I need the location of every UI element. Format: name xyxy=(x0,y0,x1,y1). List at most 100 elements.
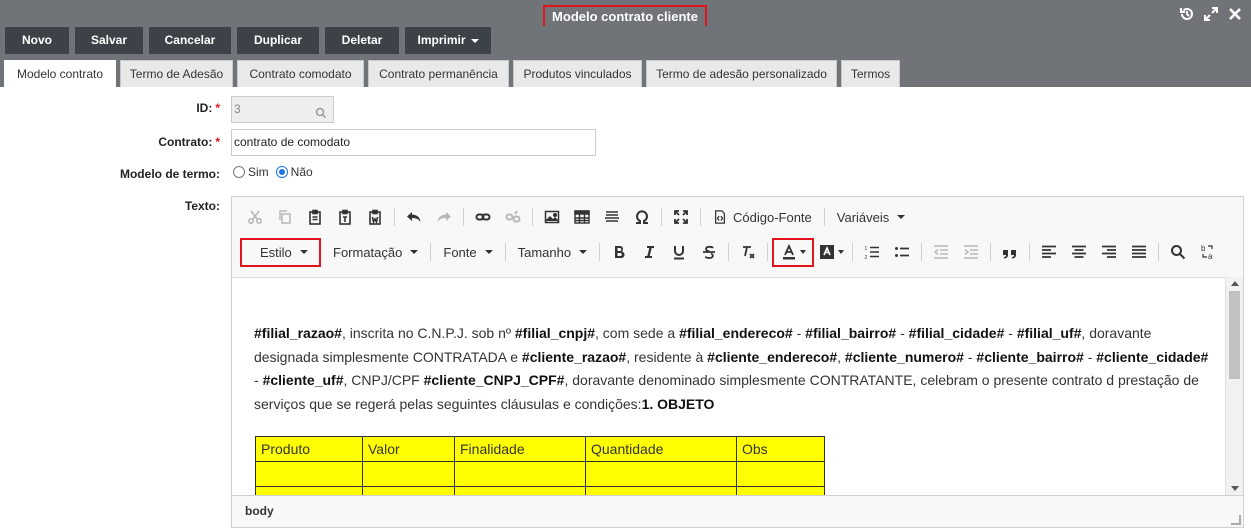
cut-icon[interactable] xyxy=(240,203,270,231)
close-icon[interactable] xyxy=(1227,6,1243,22)
size-dropdown[interactable]: Tamanho xyxy=(510,238,595,266)
maximize-icon[interactable] xyxy=(1203,6,1219,22)
fullscreen-icon[interactable] xyxy=(666,203,696,231)
format-dropdown[interactable]: Formatação xyxy=(321,238,426,266)
svg-text:a: a xyxy=(1208,252,1213,260)
toolbar-separator xyxy=(728,243,730,261)
template-variable: #filial_uf# xyxy=(1016,325,1082,341)
link-icon[interactable] xyxy=(468,203,498,231)
bullet-list-icon[interactable] xyxy=(887,238,917,266)
paragraph-text: - xyxy=(963,348,977,365)
id-label: ID: * xyxy=(0,101,220,115)
underline-icon[interactable] xyxy=(664,238,694,266)
tab-contrato-permanencia[interactable]: Contrato permanência xyxy=(368,60,509,87)
template-variable: #cliente_CNPJ_CPF# xyxy=(423,372,565,388)
copy-icon[interactable] xyxy=(270,203,300,231)
scroll-down-icon[interactable] xyxy=(1231,486,1239,491)
outdent-icon[interactable] xyxy=(926,238,956,266)
print-button[interactable]: Imprimir xyxy=(405,27,491,54)
new-button[interactable]: Novo xyxy=(5,27,69,54)
tab-termo-adesao-personalizado[interactable]: Termo de adesão personalizado xyxy=(646,60,837,87)
style-dropdown[interactable]: Estilo xyxy=(240,237,321,267)
search-icon[interactable] xyxy=(315,103,327,128)
align-center-icon[interactable] xyxy=(1064,238,1094,266)
sim-radio[interactable] xyxy=(233,166,245,178)
size-label: Tamanho xyxy=(517,244,572,260)
table-icon[interactable] xyxy=(567,203,597,231)
remove-format-icon[interactable] xyxy=(733,238,763,266)
unlink-icon[interactable] xyxy=(498,203,528,231)
required-mark: * xyxy=(215,135,220,149)
paste-icon[interactable] xyxy=(300,203,330,231)
find-icon[interactable] xyxy=(1163,238,1193,266)
redo-icon[interactable] xyxy=(429,203,459,231)
numbered-list-icon[interactable]: 12 xyxy=(857,238,887,266)
source-code-button[interactable]: Código-Fonte xyxy=(705,203,820,231)
font-dropdown[interactable]: Fonte xyxy=(435,238,500,266)
table-cell xyxy=(362,461,455,487)
template-variable: #cliente_uf# xyxy=(262,372,344,388)
duplicate-button[interactable]: Duplicar xyxy=(237,27,319,54)
contrato-input[interactable]: contrato de comodato xyxy=(231,129,596,156)
tab-modelo-contrato[interactable]: Modelo contrato xyxy=(4,60,116,87)
align-right-icon[interactable] xyxy=(1094,238,1124,266)
cancel-button[interactable]: Cancelar xyxy=(149,27,231,54)
tab-termo-adesao[interactable]: Termo de Adesão xyxy=(120,60,233,87)
table-cell xyxy=(585,461,737,487)
tab-termos[interactable]: Termos xyxy=(841,60,900,87)
element-path[interactable]: body xyxy=(245,504,274,518)
image-icon[interactable] xyxy=(537,203,567,231)
caret-down-icon xyxy=(410,250,419,254)
editor-content-area[interactable]: #filial_razao#, inscrita no C.N.P.J. sob… xyxy=(232,277,1225,495)
scroll-up-icon[interactable] xyxy=(1231,281,1239,286)
source-code-label: Código-Fonte xyxy=(733,209,812,225)
blockquote-icon[interactable] xyxy=(995,238,1025,266)
table-cell xyxy=(362,486,455,495)
template-variable: #filial_razao# xyxy=(254,325,342,341)
font-label: Fonte xyxy=(443,244,477,260)
text-color-button[interactable] xyxy=(772,237,815,267)
bold-icon[interactable] xyxy=(604,238,634,266)
rich-text-editor: Código-Fonte Variáveis Estilo Formatação… xyxy=(231,196,1244,528)
background-color-icon xyxy=(819,245,834,259)
history-icon[interactable] xyxy=(1179,6,1195,22)
template-variable: #cliente_numero# xyxy=(844,348,964,365)
align-justify-icon[interactable] xyxy=(1124,238,1154,266)
replace-icon[interactable]: ba xyxy=(1193,238,1223,266)
indent-icon[interactable] xyxy=(956,238,986,266)
strikethrough-icon[interactable] xyxy=(694,238,724,266)
toolbar-separator xyxy=(661,208,662,226)
special-char-icon[interactable] xyxy=(627,203,657,231)
align-left-icon[interactable] xyxy=(1034,238,1064,266)
nao-radio[interactable] xyxy=(275,166,288,178)
table-cell xyxy=(255,461,363,487)
save-button[interactable]: Salvar xyxy=(75,27,143,54)
id-field: 3 xyxy=(231,96,334,123)
paste-word-icon[interactable] xyxy=(360,203,390,231)
paragraph-text: , CNPJ/CPF xyxy=(343,372,424,388)
svg-text:1: 1 xyxy=(865,246,868,252)
delete-button[interactable]: Deletar xyxy=(325,27,399,54)
variables-dropdown[interactable]: Variáveis xyxy=(829,203,914,231)
caret-down-icon xyxy=(799,250,806,254)
caret-down-icon xyxy=(579,250,588,254)
undo-icon[interactable] xyxy=(399,203,429,231)
tab-produtos-vinculados[interactable]: Produtos vinculados xyxy=(513,60,642,87)
tab-contrato-comodato[interactable]: Contrato comodato xyxy=(237,60,364,87)
paste-text-icon[interactable] xyxy=(330,203,360,231)
table-header-row: Produto Valor Finalidade Quantidade Obs xyxy=(255,436,825,462)
template-variable: #cliente_cidade# xyxy=(1096,348,1209,365)
italic-icon[interactable] xyxy=(634,238,664,266)
bg-color-button[interactable] xyxy=(814,238,848,266)
table-cell xyxy=(255,486,363,495)
toolbar-separator xyxy=(767,243,769,261)
toolbar-separator xyxy=(823,208,825,226)
horizontal-rule-icon[interactable] xyxy=(597,203,627,231)
toolbar-separator xyxy=(430,243,432,261)
resize-handle-icon[interactable] xyxy=(1231,515,1241,525)
text-color-icon xyxy=(782,244,795,260)
editor-scrollbar[interactable] xyxy=(1225,277,1243,495)
scroll-thumb[interactable] xyxy=(1229,291,1240,379)
table-header-cell: Produto xyxy=(255,436,363,462)
format-label: Formatação xyxy=(333,244,403,260)
